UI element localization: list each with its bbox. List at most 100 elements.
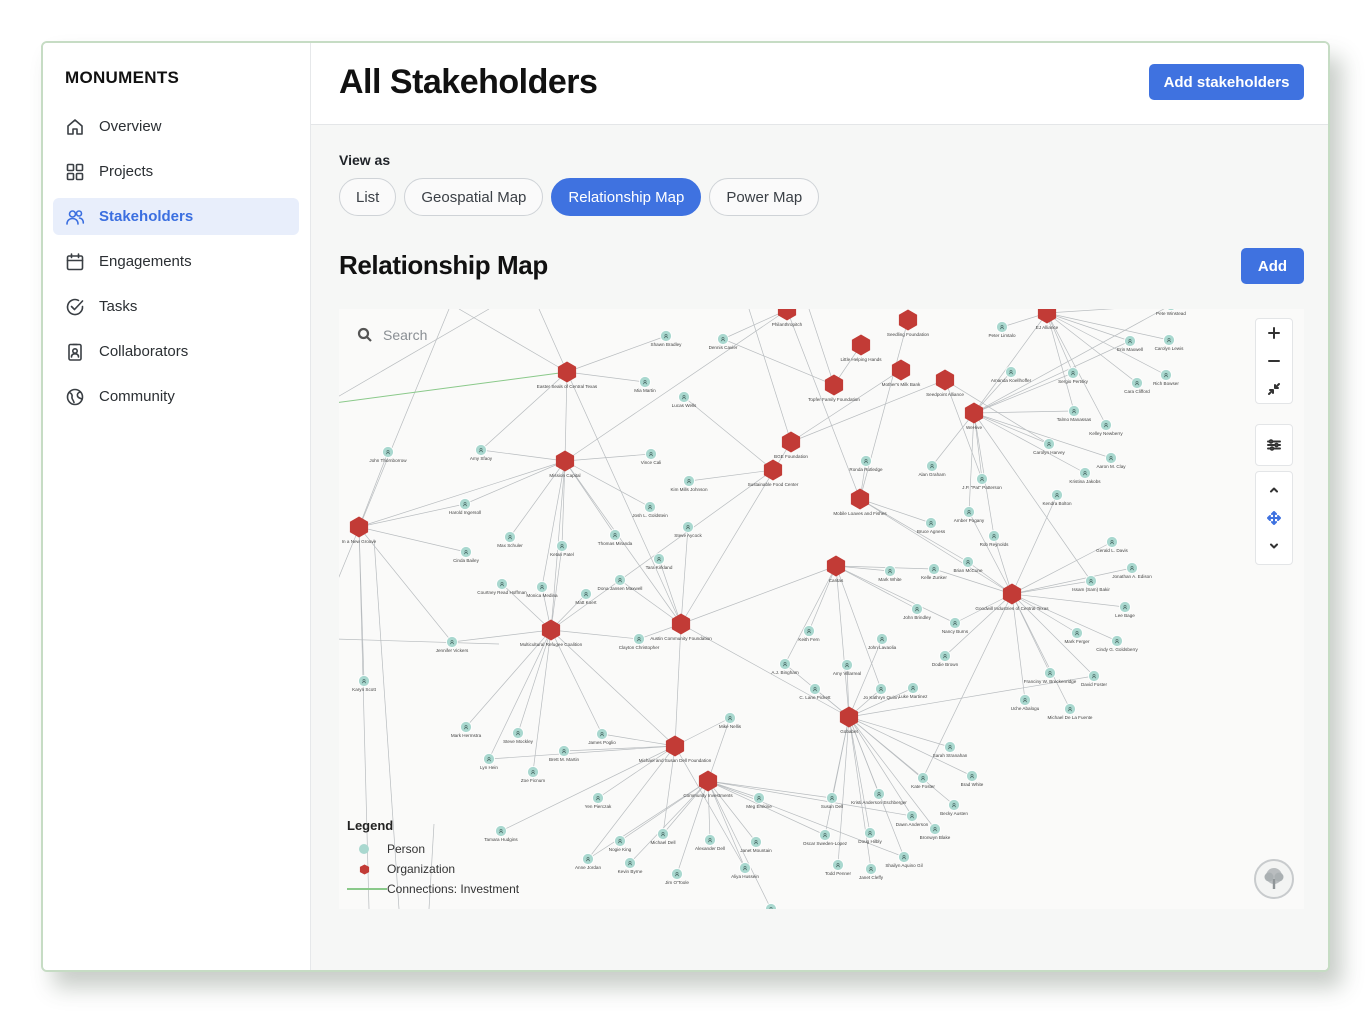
person-node[interactable]: Dawn Anderson [896, 810, 929, 828]
person-node[interactable]: John Lavaolia [868, 633, 897, 651]
organization-node[interactable]: BGE Foundation [774, 431, 808, 460]
tab-geospatial-map[interactable]: Geospatial Map [404, 178, 544, 216]
organization-node[interactable]: WeHive [964, 402, 984, 431]
person-node[interactable]: Mark Ferger [1064, 627, 1090, 645]
person-node[interactable]: C. Lane Pickett [799, 683, 831, 701]
person-node[interactable]: Steve Mockley [503, 727, 534, 745]
person-node[interactable]: Nogie King [609, 835, 632, 853]
person-node[interactable]: Ketan Patel [550, 540, 574, 558]
person-node[interactable]: Julie Sherman [756, 903, 786, 910]
person-node[interactable]: Issam (Sam) Bakir [1072, 575, 1110, 593]
person-node[interactable]: Oscar Sweden-Lopez [803, 829, 848, 847]
pan-up-button[interactable] [1255, 476, 1293, 504]
person-node[interactable]: Amy Sfaoy [470, 444, 493, 462]
person-node[interactable]: Brian McCune [953, 556, 983, 574]
organization-node[interactable]: Caritas [826, 555, 846, 584]
person-node[interactable]: Shawn Bradley [651, 330, 683, 348]
organization-node[interactable]: Little Helping Hands [840, 334, 882, 363]
sidebar-item-stakeholders[interactable]: Stakeholders [53, 198, 299, 235]
organization-node[interactable]: Gobabet [839, 706, 859, 735]
person-node[interactable]: Yen Pierczak [585, 792, 612, 810]
person-node[interactable]: Cinda Bailey [453, 546, 480, 564]
person-node[interactable]: Mia Martin [634, 376, 656, 394]
person-node[interactable]: Todd Penner [825, 859, 852, 877]
organization-node[interactable]: Topfer Family Foundation [808, 374, 860, 403]
organization-node[interactable]: Michael and Susan Dell Foundation [639, 735, 712, 764]
person-node[interactable]: Amy Villarreal [833, 659, 861, 677]
person-node[interactable]: Cara Clifford [1124, 377, 1150, 395]
person-node[interactable]: Ronda Rutledge [849, 455, 883, 473]
person-node[interactable]: Luke Martinez [899, 682, 929, 700]
person-node[interactable]: Kendra Bolton [1042, 489, 1072, 507]
organization-node[interactable]: Philanthropitch [772, 309, 803, 327]
person-node[interactable]: Alan Graham [918, 460, 946, 478]
person-node[interactable]: Dodie Brown [932, 650, 959, 668]
person-node[interactable]: Monica Medina [526, 581, 558, 599]
pan-down-button[interactable] [1255, 532, 1293, 560]
organization-node[interactable]: Austin Community Foundation [650, 613, 712, 642]
person-node[interactable]: Courtney Read Hoffman [477, 578, 527, 596]
person-node[interactable]: Cindy G. Goldsberry [1096, 635, 1139, 653]
person-node[interactable]: Rob Reynolds [980, 530, 1010, 548]
person-node[interactable]: Nancy Burns [942, 617, 969, 635]
map-search[interactable] [349, 321, 503, 349]
person-node[interactable]: Matt Koert [575, 588, 597, 606]
person-node[interactable]: Michael Dell [650, 828, 676, 846]
fit-to-screen-button[interactable] [1255, 375, 1293, 403]
person-node[interactable]: Lyn Hein [480, 753, 498, 771]
person-node[interactable]: Kim Mills Johnson [670, 475, 708, 493]
person-node[interactable]: Zoe Ficnum [521, 766, 545, 784]
person-node[interactable]: Brad White [961, 770, 984, 788]
filter-settings-button[interactable] [1255, 425, 1293, 465]
relationship-map[interactable]: Pete Winstead Peter Limtalo Shawn Bradley D… [339, 309, 1304, 909]
person-node[interactable]: Jennifer Vickers [436, 636, 469, 654]
zoom-in-button[interactable] [1255, 319, 1293, 347]
person-node[interactable]: Gerald L. Davis [1096, 536, 1129, 554]
person-node[interactable]: Sarah Stranahan [933, 741, 968, 759]
person-node[interactable]: Dennis Cavier [709, 333, 738, 351]
person-node[interactable]: Rich Bowser [1153, 369, 1179, 387]
person-node[interactable]: J.P. "Pat" Patterson [962, 473, 1002, 491]
person-node[interactable]: John Brindley [903, 603, 932, 621]
organization-node[interactable]: Seedling Foundation [887, 309, 930, 338]
sidebar-item-projects[interactable]: Projects [53, 153, 299, 190]
person-node[interactable]: Carolyn Lewis [1155, 334, 1185, 352]
person-node[interactable]: Becky Austen [940, 799, 968, 817]
person-node[interactable]: Keith Fern [798, 625, 820, 643]
person-node[interactable]: Amber Pogany [954, 506, 985, 524]
sidebar-item-collaborators[interactable]: Collaborators [53, 333, 299, 370]
person-node[interactable]: Karyn Scott [352, 675, 377, 693]
person-node[interactable]: John Thornborrow [369, 446, 407, 464]
sidebar-item-community[interactable]: Community [53, 378, 299, 415]
add-button[interactable]: Add [1241, 248, 1304, 284]
person-node[interactable]: Kate Foster [911, 772, 935, 790]
person-node[interactable]: Pete Winstead [1156, 309, 1186, 316]
zoom-out-button[interactable] [1255, 347, 1293, 375]
organization-node[interactable]: Seedpoint Alliance [926, 369, 964, 398]
person-node[interactable]: Thomas Miranda [598, 529, 633, 547]
recenter-button[interactable] [1255, 504, 1293, 532]
person-node[interactable]: Jo Kathryn Quinn [863, 683, 899, 701]
person-node[interactable]: Janet Cleffy [859, 863, 884, 881]
person-node[interactable]: Lee Bage [1115, 601, 1135, 619]
person-node[interactable]: Brett M. Martin [549, 745, 580, 763]
add-stakeholders-button[interactable]: Add stakeholders [1149, 64, 1304, 100]
person-node[interactable]: Talmo Manassas [1057, 405, 1092, 423]
person-node[interactable]: Dona Jansen Maxwell [598, 574, 643, 592]
person-node[interactable]: Mike Nellis [719, 712, 742, 730]
person-node[interactable]: A.J. Bingham [771, 658, 799, 676]
sidebar-item-engagements[interactable]: Engagements [53, 243, 299, 280]
person-node[interactable]: Amanda Koellhoffer [991, 366, 1032, 384]
person-node[interactable]: Max Schuler [497, 531, 523, 549]
person-node[interactable]: Lucas Wells [672, 391, 697, 409]
person-node[interactable]: Shailyn Aquino Gil [885, 851, 923, 869]
tab-relationship-map[interactable]: Relationship Map [551, 178, 702, 216]
person-node[interactable]: Carolyn Harvey [1033, 438, 1066, 456]
person-node[interactable]: Franciny W. Breckenridge [1024, 667, 1077, 685]
sidebar-item-tasks[interactable]: Tasks [53, 288, 299, 325]
organization-node[interactable]: Multicultural Refugee Coalition [520, 619, 583, 648]
person-node[interactable]: David Foster [1081, 670, 1108, 688]
person-node[interactable]: Doug Hilbly [858, 827, 882, 845]
person-node[interactable]: Vince Cali [641, 448, 662, 466]
person-node[interactable]: Kelley Newberry [1089, 419, 1123, 437]
